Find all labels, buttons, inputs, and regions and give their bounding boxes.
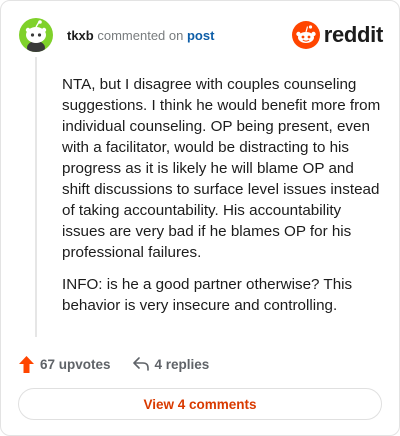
reply-arrow-icon — [132, 357, 149, 371]
reddit-wordmark: reddit — [323, 22, 384, 47]
username-link[interactable]: tkxb — [67, 28, 94, 43]
reddit-brand[interactable]: reddit — [291, 21, 384, 49]
comment-paragraph: NTA, but I disagree with couples counsel… — [62, 76, 381, 261]
view-comments-button[interactable]: View 4 comments — [18, 388, 382, 420]
upvote-count: 67 upvotes — [40, 356, 111, 372]
comment-body: NTA, but I disagree with couples counsel… — [62, 74, 382, 327]
comment-actions: 67 upvotes 4 replies — [19, 353, 209, 375]
comment-card: tkxb commented on post reddit NTA, but I… — [0, 0, 400, 436]
upvote-arrow-icon — [19, 355, 34, 373]
comment-byline: tkxb commented on post — [67, 28, 214, 43]
thread-line[interactable] — [35, 57, 37, 337]
upvote-button[interactable]: 67 upvotes — [19, 355, 111, 373]
replies-button[interactable]: 4 replies — [132, 356, 210, 372]
byline-action-text: commented on — [97, 27, 184, 43]
post-link[interactable]: post — [187, 28, 214, 43]
comment-header: tkxb commented on post reddit — [19, 18, 383, 52]
comment-paragraph: INFO: is he a good partner otherwise? Th… — [62, 276, 353, 314]
reddit-logo-icon — [291, 21, 320, 49]
snoo-avatar-icon[interactable] — [19, 18, 53, 52]
replies-count: 4 replies — [154, 356, 210, 372]
